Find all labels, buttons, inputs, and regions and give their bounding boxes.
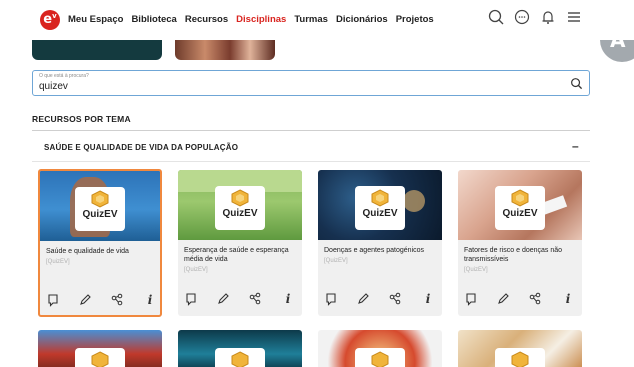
nav-link-turmas[interactable]: Turmas <box>294 14 328 25</box>
quizev-badge: QuizEV <box>75 187 125 231</box>
resource-card-partial[interactable] <box>178 330 302 367</box>
share-icon[interactable] <box>528 292 544 308</box>
quizev-badge: QuizEV <box>215 186 265 230</box>
resource-card[interactable]: QuizEV Fatores de risco e doenças não tr… <box>458 170 582 316</box>
card-actions: i <box>184 292 296 308</box>
resource-card[interactable]: QuizEV Esperança de saúde e esperança mé… <box>178 170 302 316</box>
search-field[interactable]: O que está à procura? quizev <box>32 70 590 96</box>
quizev-badge: QuizEV <box>355 186 405 230</box>
card-title[interactable]: Saúde e qualidade de vida <box>46 248 158 257</box>
divider <box>32 130 590 131</box>
card-actions: i <box>324 292 436 308</box>
resource-card-partial[interactable] <box>458 330 582 367</box>
nav-icons <box>487 8 583 31</box>
nav-link-dicionarios[interactable]: Dicionários <box>336 14 388 25</box>
divider <box>32 161 590 162</box>
section-title: RECURSOS POR TEMA <box>32 114 131 124</box>
resource-card[interactable]: QuizEV Saúde e qualidade de vida [QuizEV… <box>38 169 162 317</box>
share-icon[interactable] <box>388 292 404 308</box>
quizev-badge: QuizEV <box>495 186 545 230</box>
card-actions: i <box>464 292 576 308</box>
card-type: [QuizEV] <box>324 258 348 264</box>
edit-icon[interactable] <box>496 292 512 308</box>
card-title[interactable]: Fatores de risco e doenças não transmiss… <box>464 247 576 264</box>
card-thumbnail: QuizEV <box>178 170 302 240</box>
nav-link-recursos[interactable]: Recursos <box>185 14 228 25</box>
search-input[interactable]: quizev <box>39 81 68 92</box>
collapse-toggle[interactable]: – <box>572 139 579 153</box>
share-icon[interactable] <box>110 293 126 309</box>
quizev-badge <box>75 348 125 367</box>
info-icon[interactable]: i <box>280 292 296 308</box>
nav-link-meu-espaco[interactable]: Meu Espaço <box>68 14 123 25</box>
card-thumbnail: QuizEV <box>458 170 582 240</box>
resource-card-partial[interactable] <box>38 330 162 367</box>
edit-icon[interactable] <box>78 293 94 309</box>
page: ev Meu Espaço Biblioteca Recursos Discip… <box>0 0 634 367</box>
card-actions: i <box>46 293 158 309</box>
bookmark-icon[interactable] <box>324 292 340 308</box>
resource-card-partial[interactable] <box>318 330 442 367</box>
search-icon[interactable] <box>487 8 505 31</box>
share-icon[interactable] <box>248 292 264 308</box>
bookmark-icon[interactable] <box>46 293 62 309</box>
info-icon[interactable]: i <box>420 292 436 308</box>
card-type: [QuizEV] <box>46 259 70 265</box>
info-icon[interactable]: i <box>142 293 158 309</box>
logo[interactable]: ev <box>40 10 60 30</box>
menu-icon[interactable] <box>565 8 583 31</box>
quizev-badge <box>495 348 545 367</box>
edit-icon[interactable] <box>356 292 372 308</box>
bell-icon[interactable] <box>539 8 557 31</box>
nav-link-biblioteca[interactable]: Biblioteca <box>131 14 176 25</box>
nav-link-projetos[interactable]: Projetos <box>396 14 434 25</box>
chat-icon[interactable] <box>513 8 531 31</box>
theme-title[interactable]: SAÚDE E QUALIDADE DE VIDA DA POPULAÇÃO <box>44 143 238 152</box>
nav-link-disciplinas[interactable]: Disciplinas <box>236 14 286 25</box>
card-type: [QuizEV] <box>184 267 208 273</box>
edit-icon[interactable] <box>216 292 232 308</box>
search-placeholder: O que está à procura? <box>39 73 89 79</box>
info-icon[interactable]: i <box>560 292 576 308</box>
nav-links: Meu Espaço Biblioteca Recursos Disciplin… <box>68 14 434 25</box>
card-type: [QuizEV] <box>464 267 488 273</box>
bookmark-icon[interactable] <box>464 292 480 308</box>
resource-card[interactable]: QuizEV Doenças e agentes patogénicos [Qu… <box>318 170 442 316</box>
quizev-badge <box>355 348 405 367</box>
card-title[interactable]: Esperança de saúde e esperança média de … <box>184 247 296 264</box>
quizev-badge <box>215 348 265 367</box>
top-nav: ev Meu Espaço Biblioteca Recursos Discip… <box>0 0 634 40</box>
bookmark-icon[interactable] <box>184 292 200 308</box>
card-thumbnail: QuizEV <box>318 170 442 240</box>
card-thumbnail: QuizEV <box>40 171 160 241</box>
card-title[interactable]: Doenças e agentes patogénicos <box>324 247 436 256</box>
